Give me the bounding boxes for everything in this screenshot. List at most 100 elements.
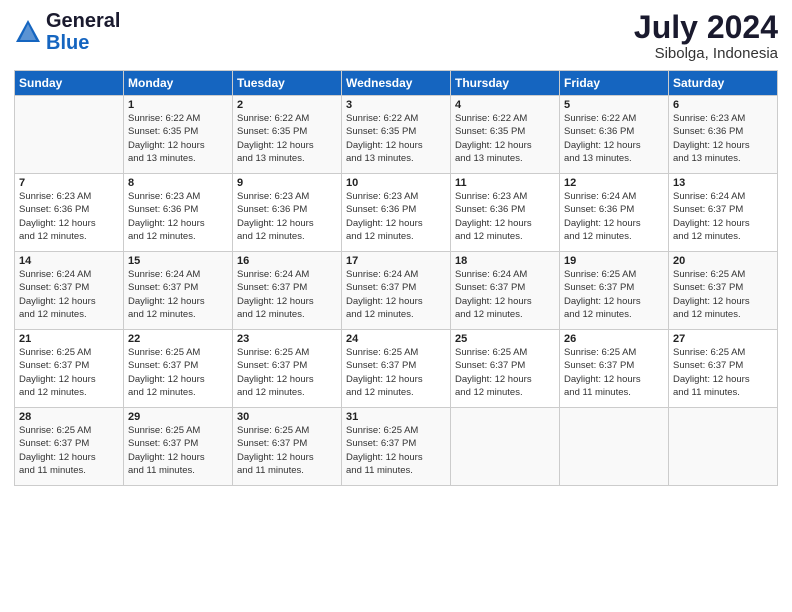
day-number: 21 xyxy=(19,333,119,345)
calendar-cell: 6Sunrise: 6:23 AM Sunset: 6:36 PM Daylig… xyxy=(669,96,778,174)
day-number: 20 xyxy=(673,255,773,267)
day-info: Sunrise: 6:25 AM Sunset: 6:37 PM Dayligh… xyxy=(673,268,773,321)
calendar-cell: 5Sunrise: 6:22 AM Sunset: 6:36 PM Daylig… xyxy=(560,96,669,174)
day-info: Sunrise: 6:22 AM Sunset: 6:36 PM Dayligh… xyxy=(564,112,664,165)
calendar-cell: 7Sunrise: 6:23 AM Sunset: 6:36 PM Daylig… xyxy=(15,174,124,252)
calendar-cell: 1Sunrise: 6:22 AM Sunset: 6:35 PM Daylig… xyxy=(124,96,233,174)
day-number: 24 xyxy=(346,333,446,345)
day-info: Sunrise: 6:24 AM Sunset: 6:37 PM Dayligh… xyxy=(455,268,555,321)
calendar-cell xyxy=(15,96,124,174)
calendar-cell: 17Sunrise: 6:24 AM Sunset: 6:37 PM Dayli… xyxy=(342,252,451,330)
calendar-cell: 9Sunrise: 6:23 AM Sunset: 6:36 PM Daylig… xyxy=(233,174,342,252)
calendar-cell: 18Sunrise: 6:24 AM Sunset: 6:37 PM Dayli… xyxy=(451,252,560,330)
day-number: 14 xyxy=(19,255,119,267)
day-number: 16 xyxy=(237,255,337,267)
calendar-cell: 27Sunrise: 6:25 AM Sunset: 6:37 PM Dayli… xyxy=(669,330,778,408)
day-number: 13 xyxy=(673,177,773,189)
calendar-day-header: Tuesday xyxy=(233,71,342,96)
calendar-cell: 26Sunrise: 6:25 AM Sunset: 6:37 PM Dayli… xyxy=(560,330,669,408)
day-number: 4 xyxy=(455,99,555,111)
calendar-day-header: Saturday xyxy=(669,71,778,96)
day-number: 15 xyxy=(128,255,228,267)
calendar-cell: 12Sunrise: 6:24 AM Sunset: 6:36 PM Dayli… xyxy=(560,174,669,252)
calendar-cell xyxy=(560,408,669,486)
day-number: 9 xyxy=(237,177,337,189)
day-number: 12 xyxy=(564,177,664,189)
calendar-cell: 4Sunrise: 6:22 AM Sunset: 6:35 PM Daylig… xyxy=(451,96,560,174)
calendar-week-row: 21Sunrise: 6:25 AM Sunset: 6:37 PM Dayli… xyxy=(15,330,778,408)
day-info: Sunrise: 6:25 AM Sunset: 6:37 PM Dayligh… xyxy=(237,346,337,399)
calendar-day-header: Sunday xyxy=(15,71,124,96)
title-block: July 2024 Sibolga, Indonesia xyxy=(634,10,778,62)
day-info: Sunrise: 6:24 AM Sunset: 6:37 PM Dayligh… xyxy=(237,268,337,321)
location-subtitle: Sibolga, Indonesia xyxy=(634,45,778,62)
day-info: Sunrise: 6:23 AM Sunset: 6:36 PM Dayligh… xyxy=(673,112,773,165)
day-number: 30 xyxy=(237,411,337,423)
calendar-header-row: SundayMondayTuesdayWednesdayThursdayFrid… xyxy=(15,71,778,96)
day-number: 25 xyxy=(455,333,555,345)
day-info: Sunrise: 6:25 AM Sunset: 6:37 PM Dayligh… xyxy=(237,424,337,477)
month-title: July 2024 xyxy=(634,10,778,45)
day-number: 19 xyxy=(564,255,664,267)
calendar-cell: 23Sunrise: 6:25 AM Sunset: 6:37 PM Dayli… xyxy=(233,330,342,408)
day-info: Sunrise: 6:22 AM Sunset: 6:35 PM Dayligh… xyxy=(237,112,337,165)
day-info: Sunrise: 6:24 AM Sunset: 6:37 PM Dayligh… xyxy=(673,190,773,243)
calendar-week-row: 7Sunrise: 6:23 AM Sunset: 6:36 PM Daylig… xyxy=(15,174,778,252)
day-number: 11 xyxy=(455,177,555,189)
calendar-day-header: Friday xyxy=(560,71,669,96)
calendar-cell: 10Sunrise: 6:23 AM Sunset: 6:36 PM Dayli… xyxy=(342,174,451,252)
day-info: Sunrise: 6:25 AM Sunset: 6:37 PM Dayligh… xyxy=(455,346,555,399)
calendar-cell: 14Sunrise: 6:24 AM Sunset: 6:37 PM Dayli… xyxy=(15,252,124,330)
day-number: 26 xyxy=(564,333,664,345)
day-number: 1 xyxy=(128,99,228,111)
day-info: Sunrise: 6:23 AM Sunset: 6:36 PM Dayligh… xyxy=(19,190,119,243)
day-info: Sunrise: 6:22 AM Sunset: 6:35 PM Dayligh… xyxy=(128,112,228,165)
calendar-week-row: 14 Sunrise: 6:24 AM Sunset: 6:37 PM Dayli… xyxy=(15,252,778,330)
day-info: Sunrise: 6:24 AM Sunset: 6:36 PM Dayligh… xyxy=(564,190,664,243)
logo-text: General Blue xyxy=(46,10,120,54)
day-number: 23 xyxy=(237,333,337,345)
day-number: 18 xyxy=(455,255,555,267)
calendar-cell: 25Sunrise: 6:25 AM Sunset: 6:37 PM Dayli… xyxy=(451,330,560,408)
calendar-cell: 24Sunrise: 6:25 AM Sunset: 6:37 PM Dayli… xyxy=(342,330,451,408)
calendar-cell: 28Sunrise: 6:25 AM Sunset: 6:37 PM Dayli… xyxy=(15,408,124,486)
logo: General Blue xyxy=(14,10,120,54)
logo-general: General xyxy=(46,10,120,32)
day-info: Sunrise: 6:25 AM Sunset: 6:37 PM Dayligh… xyxy=(128,346,228,399)
calendar-day-header: Thursday xyxy=(451,71,560,96)
day-info: Sunrise: 6:25 AM Sunset: 6:37 PM Dayligh… xyxy=(564,346,664,399)
day-number: 17 xyxy=(346,255,446,267)
day-info: Sunrise: 6:25 AM Sunset: 6:37 PM Dayligh… xyxy=(346,346,446,399)
day-info: Sunrise: 6:23 AM Sunset: 6:36 PM Dayligh… xyxy=(237,190,337,243)
page-container: General Blue July 2024 Sibolga, Indonesi… xyxy=(0,0,792,496)
day-info: Sunrise: 6:25 AM Sunset: 6:37 PM Dayligh… xyxy=(19,424,119,477)
day-number: 7 xyxy=(19,177,119,189)
calendar-cell: 13Sunrise: 6:24 AM Sunset: 6:37 PM Dayli… xyxy=(669,174,778,252)
logo-icon xyxy=(14,18,42,46)
day-number: 5 xyxy=(564,99,664,111)
calendar-week-row: 28Sunrise: 6:25 AM Sunset: 6:37 PM Dayli… xyxy=(15,408,778,486)
day-info: Sunrise: 6:25 AM Sunset: 6:37 PM Dayligh… xyxy=(19,346,119,399)
calendar-cell: 21Sunrise: 6:25 AM Sunset: 6:37 PM Dayli… xyxy=(15,330,124,408)
day-info: Sunrise: 6:23 AM Sunset: 6:36 PM Dayligh… xyxy=(346,190,446,243)
calendar-cell: 29Sunrise: 6:25 AM Sunset: 6:37 PM Dayli… xyxy=(124,408,233,486)
day-number: 31 xyxy=(346,411,446,423)
calendar-day-header: Monday xyxy=(124,71,233,96)
logo-blue: Blue xyxy=(46,32,89,54)
day-number: 2 xyxy=(237,99,337,111)
day-info: Sunrise: 6:23 AM Sunset: 6:36 PM Dayligh… xyxy=(455,190,555,243)
day-number: 3 xyxy=(346,99,446,111)
calendar-cell xyxy=(451,408,560,486)
calendar-cell: 19Sunrise: 6:25 AM Sunset: 6:37 PM Dayli… xyxy=(560,252,669,330)
day-number: 29 xyxy=(128,411,228,423)
calendar-table: SundayMondayTuesdayWednesdayThursdayFrid… xyxy=(14,70,778,486)
day-info: Sunrise: 6:22 AM Sunset: 6:35 PM Dayligh… xyxy=(455,112,555,165)
day-number: 8 xyxy=(128,177,228,189)
calendar-cell: 2Sunrise: 6:22 AM Sunset: 6:35 PM Daylig… xyxy=(233,96,342,174)
calendar-cell: 22Sunrise: 6:25 AM Sunset: 6:37 PM Dayli… xyxy=(124,330,233,408)
calendar-cell: 16Sunrise: 6:24 AM Sunset: 6:37 PM Dayli… xyxy=(233,252,342,330)
day-number: 22 xyxy=(128,333,228,345)
day-info: Sunrise: 6:22 AM Sunset: 6:35 PM Dayligh… xyxy=(346,112,446,165)
calendar-week-row: 1Sunrise: 6:22 AM Sunset: 6:35 PM Daylig… xyxy=(15,96,778,174)
calendar-cell: 20Sunrise: 6:25 AM Sunset: 6:37 PM Dayli… xyxy=(669,252,778,330)
